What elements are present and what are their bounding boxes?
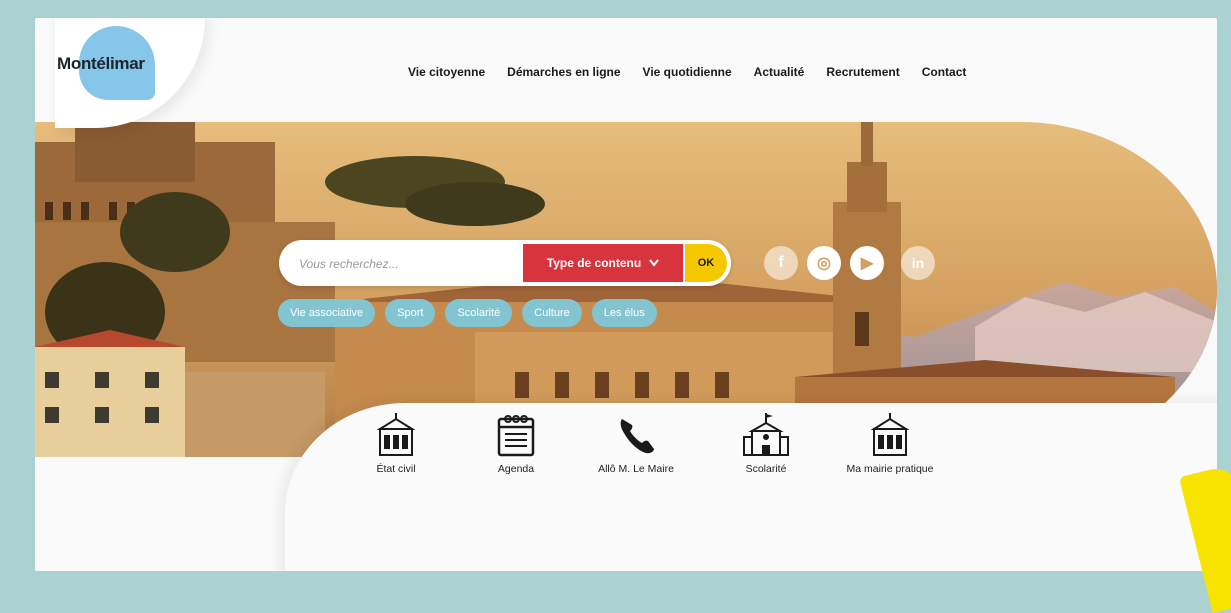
quick-access-label: Scolarité — [745, 463, 787, 475]
quick-access-agenda[interactable]: Agenda — [471, 413, 561, 476]
quick-access-allo-maire[interactable]: Allô M. Le Maire — [591, 413, 681, 476]
chevron-down-icon — [649, 259, 659, 267]
tag-les-elus[interactable]: Les élus — [591, 299, 657, 327]
quick-tags: Vie associative Sport Scolarité Culture … — [278, 299, 657, 327]
quick-access-label: Ma mairie pratique — [846, 463, 934, 475]
quick-access-label: État civil — [376, 463, 416, 475]
town-hall-icon — [376, 413, 416, 456]
nav-item-demarches[interactable]: Démarches en ligne — [507, 65, 620, 85]
linkedin-icon[interactable]: in — [901, 246, 935, 280]
logo-text: Montélimar — [57, 54, 145, 73]
tag-scolarite[interactable]: Scolarité — [445, 299, 513, 327]
nav-item-actualite[interactable]: Actualité — [754, 65, 805, 85]
youtube-icon[interactable]: ▶ — [850, 246, 884, 280]
quick-access-label: Allô M. Le Maire — [598, 463, 674, 475]
search-bar: Type de contenu OK — [279, 240, 731, 286]
browser-frame: Montélimar Vie citoyenne Démarches en li… — [35, 18, 1217, 571]
tag-culture[interactable]: Culture — [522, 299, 582, 327]
quick-access-etat-civil[interactable]: État civil — [351, 413, 441, 476]
quick-access-panel: État civil Agenda Allô M. Le Maire Scola… — [285, 403, 1217, 571]
phone-icon — [620, 419, 654, 454]
nav-item-contact[interactable]: Contact — [922, 65, 967, 85]
nav-item-recrutement[interactable]: Recrutement — [826, 65, 899, 85]
content-type-label: Type de contenu — [546, 256, 642, 270]
quick-access-ma-mairie[interactable]: Ma mairie pratique — [845, 413, 935, 476]
tag-vie-associative[interactable]: Vie associative — [278, 299, 376, 327]
logo-bubble[interactable]: Montélimar — [55, 18, 205, 128]
facebook-icon[interactable]: f — [764, 246, 798, 280]
content-type-dropdown[interactable]: Type de contenu — [523, 244, 683, 282]
nav-item-vie-citoyenne[interactable]: Vie citoyenne — [408, 65, 485, 85]
instagram-icon[interactable]: ◎ — [807, 246, 841, 280]
calendar-icon — [497, 415, 535, 457]
search-input[interactable] — [297, 252, 511, 276]
quick-access-scolarite[interactable]: Scolarité — [721, 413, 811, 476]
main-nav: Vie citoyenne Démarches en ligne Vie quo… — [408, 65, 988, 85]
quick-access-label: Agenda — [497, 463, 535, 475]
school-icon — [743, 413, 789, 456]
tag-sport[interactable]: Sport — [385, 299, 436, 327]
search-ok-button[interactable]: OK — [685, 244, 727, 282]
town-hall-icon — [870, 413, 910, 456]
nav-item-vie-quotidienne[interactable]: Vie quotidienne — [643, 65, 732, 85]
